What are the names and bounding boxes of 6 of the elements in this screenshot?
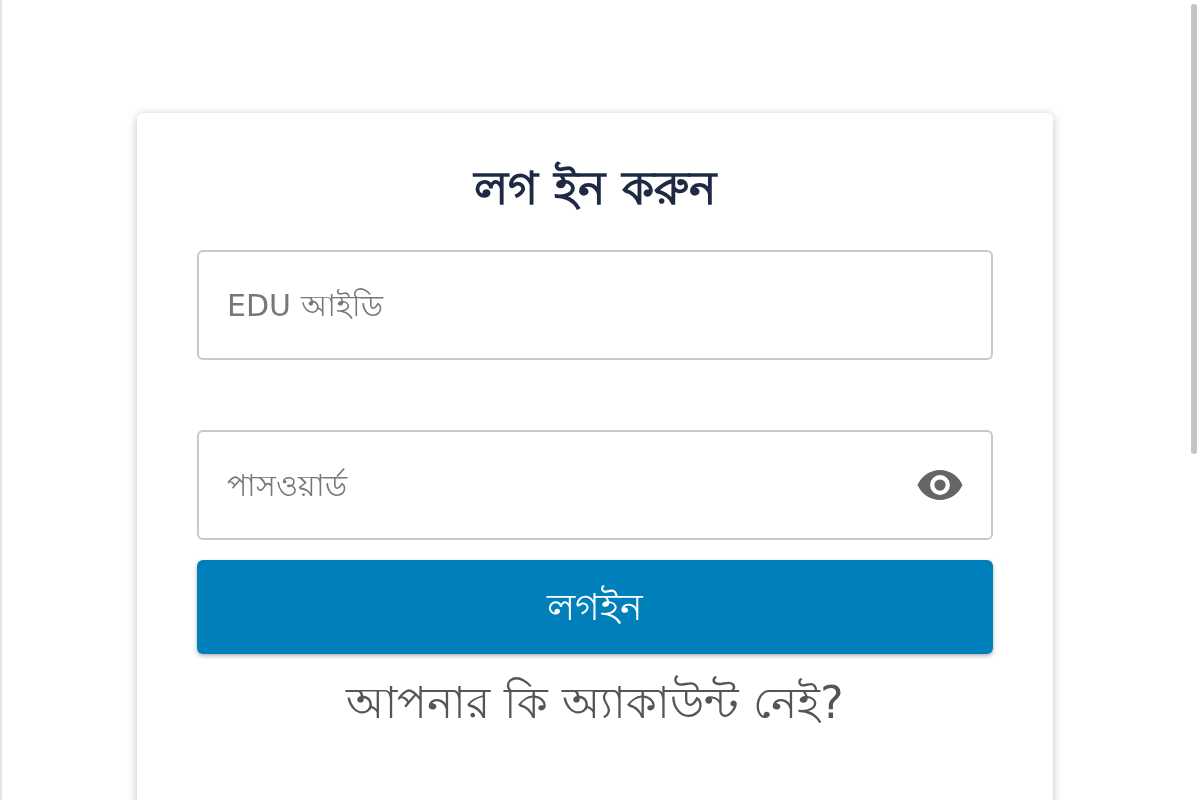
edu-id-field[interactable]: EDU আইডি	[197, 250, 993, 361]
login-button[interactable]: লগইন	[197, 560, 993, 655]
eye-icon[interactable]	[917, 470, 963, 501]
password-field[interactable]: পাসওয়ার্ড	[197, 430, 993, 541]
signup-prompt: আপনার কি অ্যাকাউন্ট নেই?	[346, 674, 844, 731]
login-title: লগ ইন করুন	[474, 161, 716, 217]
